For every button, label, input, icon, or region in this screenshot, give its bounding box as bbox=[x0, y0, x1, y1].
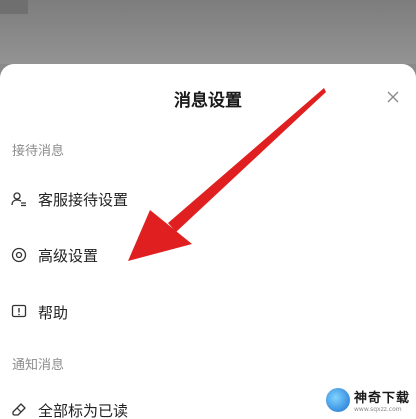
section-label-notification: 通知消息 bbox=[12, 358, 65, 373]
message-settings-sheet: 消息设置 接待消息 客服接待设置 高级设置 帮助 通知消息 全部标为已读 bbox=[0, 64, 416, 419]
help-icon bbox=[10, 303, 28, 321]
eraser-icon bbox=[10, 401, 28, 419]
section-label-reception: 接待消息 bbox=[12, 144, 65, 159]
menu-label: 客服接待设置 bbox=[38, 190, 129, 209]
background-element bbox=[0, 0, 28, 14]
menu-label: 高级设置 bbox=[38, 246, 99, 265]
menu-label: 帮助 bbox=[38, 303, 69, 322]
watermark-url: www.sqxzz.com bbox=[354, 406, 402, 413]
watermark-logo-icon bbox=[326, 388, 350, 412]
menu-label: 全部标为已读 bbox=[38, 401, 129, 419]
menu-item-help[interactable]: 帮助 bbox=[0, 292, 416, 332]
menu-item-customer-service-settings[interactable]: 客服接待设置 bbox=[0, 179, 416, 219]
dimmed-background[interactable] bbox=[0, 0, 416, 64]
target-icon bbox=[10, 246, 28, 264]
close-icon bbox=[387, 91, 399, 103]
sheet-title: 消息设置 bbox=[174, 91, 242, 111]
close-button[interactable] bbox=[382, 86, 404, 108]
menu-item-advanced-settings[interactable]: 高级设置 bbox=[0, 235, 416, 275]
watermark-logo: 神奇下载 www.sqxzz.com bbox=[326, 384, 414, 416]
watermark-name: 神奇下载 bbox=[354, 391, 411, 406]
user-settings-icon bbox=[10, 190, 28, 208]
